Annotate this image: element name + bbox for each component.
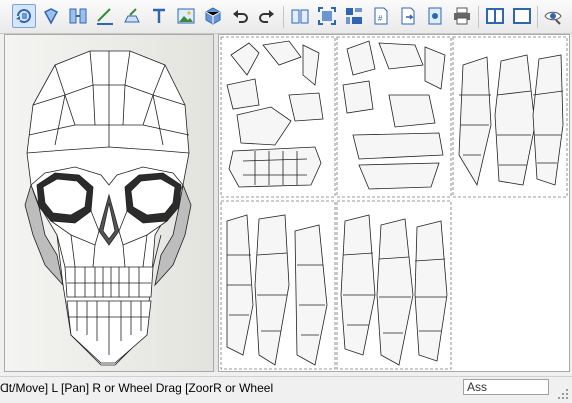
book-view-button[interactable] <box>288 4 312 28</box>
skull-3d-model[interactable] <box>5 35 213 371</box>
3d-view-pane[interactable] <box>4 34 214 372</box>
arrange-parts-icon <box>346 8 362 24</box>
redo-icon <box>259 10 274 23</box>
model-tool-button[interactable] <box>201 4 225 28</box>
rotate-select-icon <box>16 9 31 24</box>
arrange-button[interactable] <box>342 4 366 28</box>
split-view-icon <box>486 8 504 24</box>
toolbar-separator <box>283 6 284 28</box>
unfolded-parts-sheet[interactable] <box>219 35 569 371</box>
fit-view-button[interactable] <box>315 4 339 28</box>
unfold-tool-button[interactable] <box>39 4 63 28</box>
toolbar-separator <box>537 6 538 28</box>
redo-button[interactable] <box>255 4 279 28</box>
flap-icon <box>124 8 140 23</box>
visibility-button[interactable] <box>541 4 565 28</box>
select-rotate-tool-button[interactable] <box>12 4 36 28</box>
eye-icon <box>544 11 562 25</box>
print-button[interactable] <box>450 4 474 28</box>
flap-tool-button[interactable] <box>120 4 144 28</box>
image-tool-button[interactable] <box>174 4 198 28</box>
resize-grip-icon[interactable] <box>557 388 569 400</box>
svg-text:#: # <box>378 14 383 23</box>
line-style-icon <box>97 8 113 25</box>
status-field: Ass <box>463 379 549 395</box>
status-bar: Ɑt/Move] L [Pan] R or Wheel Drag [ZoorR … <box>0 376 572 403</box>
export-button[interactable] <box>396 4 420 28</box>
page-number-button[interactable]: # <box>369 4 393 28</box>
unfold-icon <box>43 8 59 25</box>
line-tool-button[interactable] <box>93 4 117 28</box>
undo-icon <box>233 10 248 23</box>
status-hint-text: Ɑt/Move] L [Pan] R or Wheel Drag [ZoorR … <box>0 381 274 395</box>
join-tool-button[interactable] <box>66 4 90 28</box>
image-icon <box>177 8 195 24</box>
single-view-button[interactable] <box>510 4 534 28</box>
page-setup-icon <box>428 7 442 25</box>
printer-icon <box>454 7 470 25</box>
undo-button[interactable] <box>228 4 252 28</box>
split-view-button[interactable] <box>483 4 507 28</box>
toolbar-separator <box>478 6 479 28</box>
text-tool-button[interactable] <box>147 4 171 28</box>
toolbar: # <box>0 0 572 34</box>
fit-icon <box>318 7 336 25</box>
cube-icon <box>205 7 221 25</box>
export-page-icon <box>401 7 415 25</box>
page-number-icon: # <box>374 7 388 25</box>
join-edges-icon <box>69 8 87 24</box>
page-setup-button[interactable] <box>423 4 447 28</box>
book-icon <box>291 9 309 24</box>
window-icon <box>513 8 531 24</box>
2d-pattern-pane[interactable] <box>218 34 570 372</box>
text-icon <box>153 8 165 23</box>
